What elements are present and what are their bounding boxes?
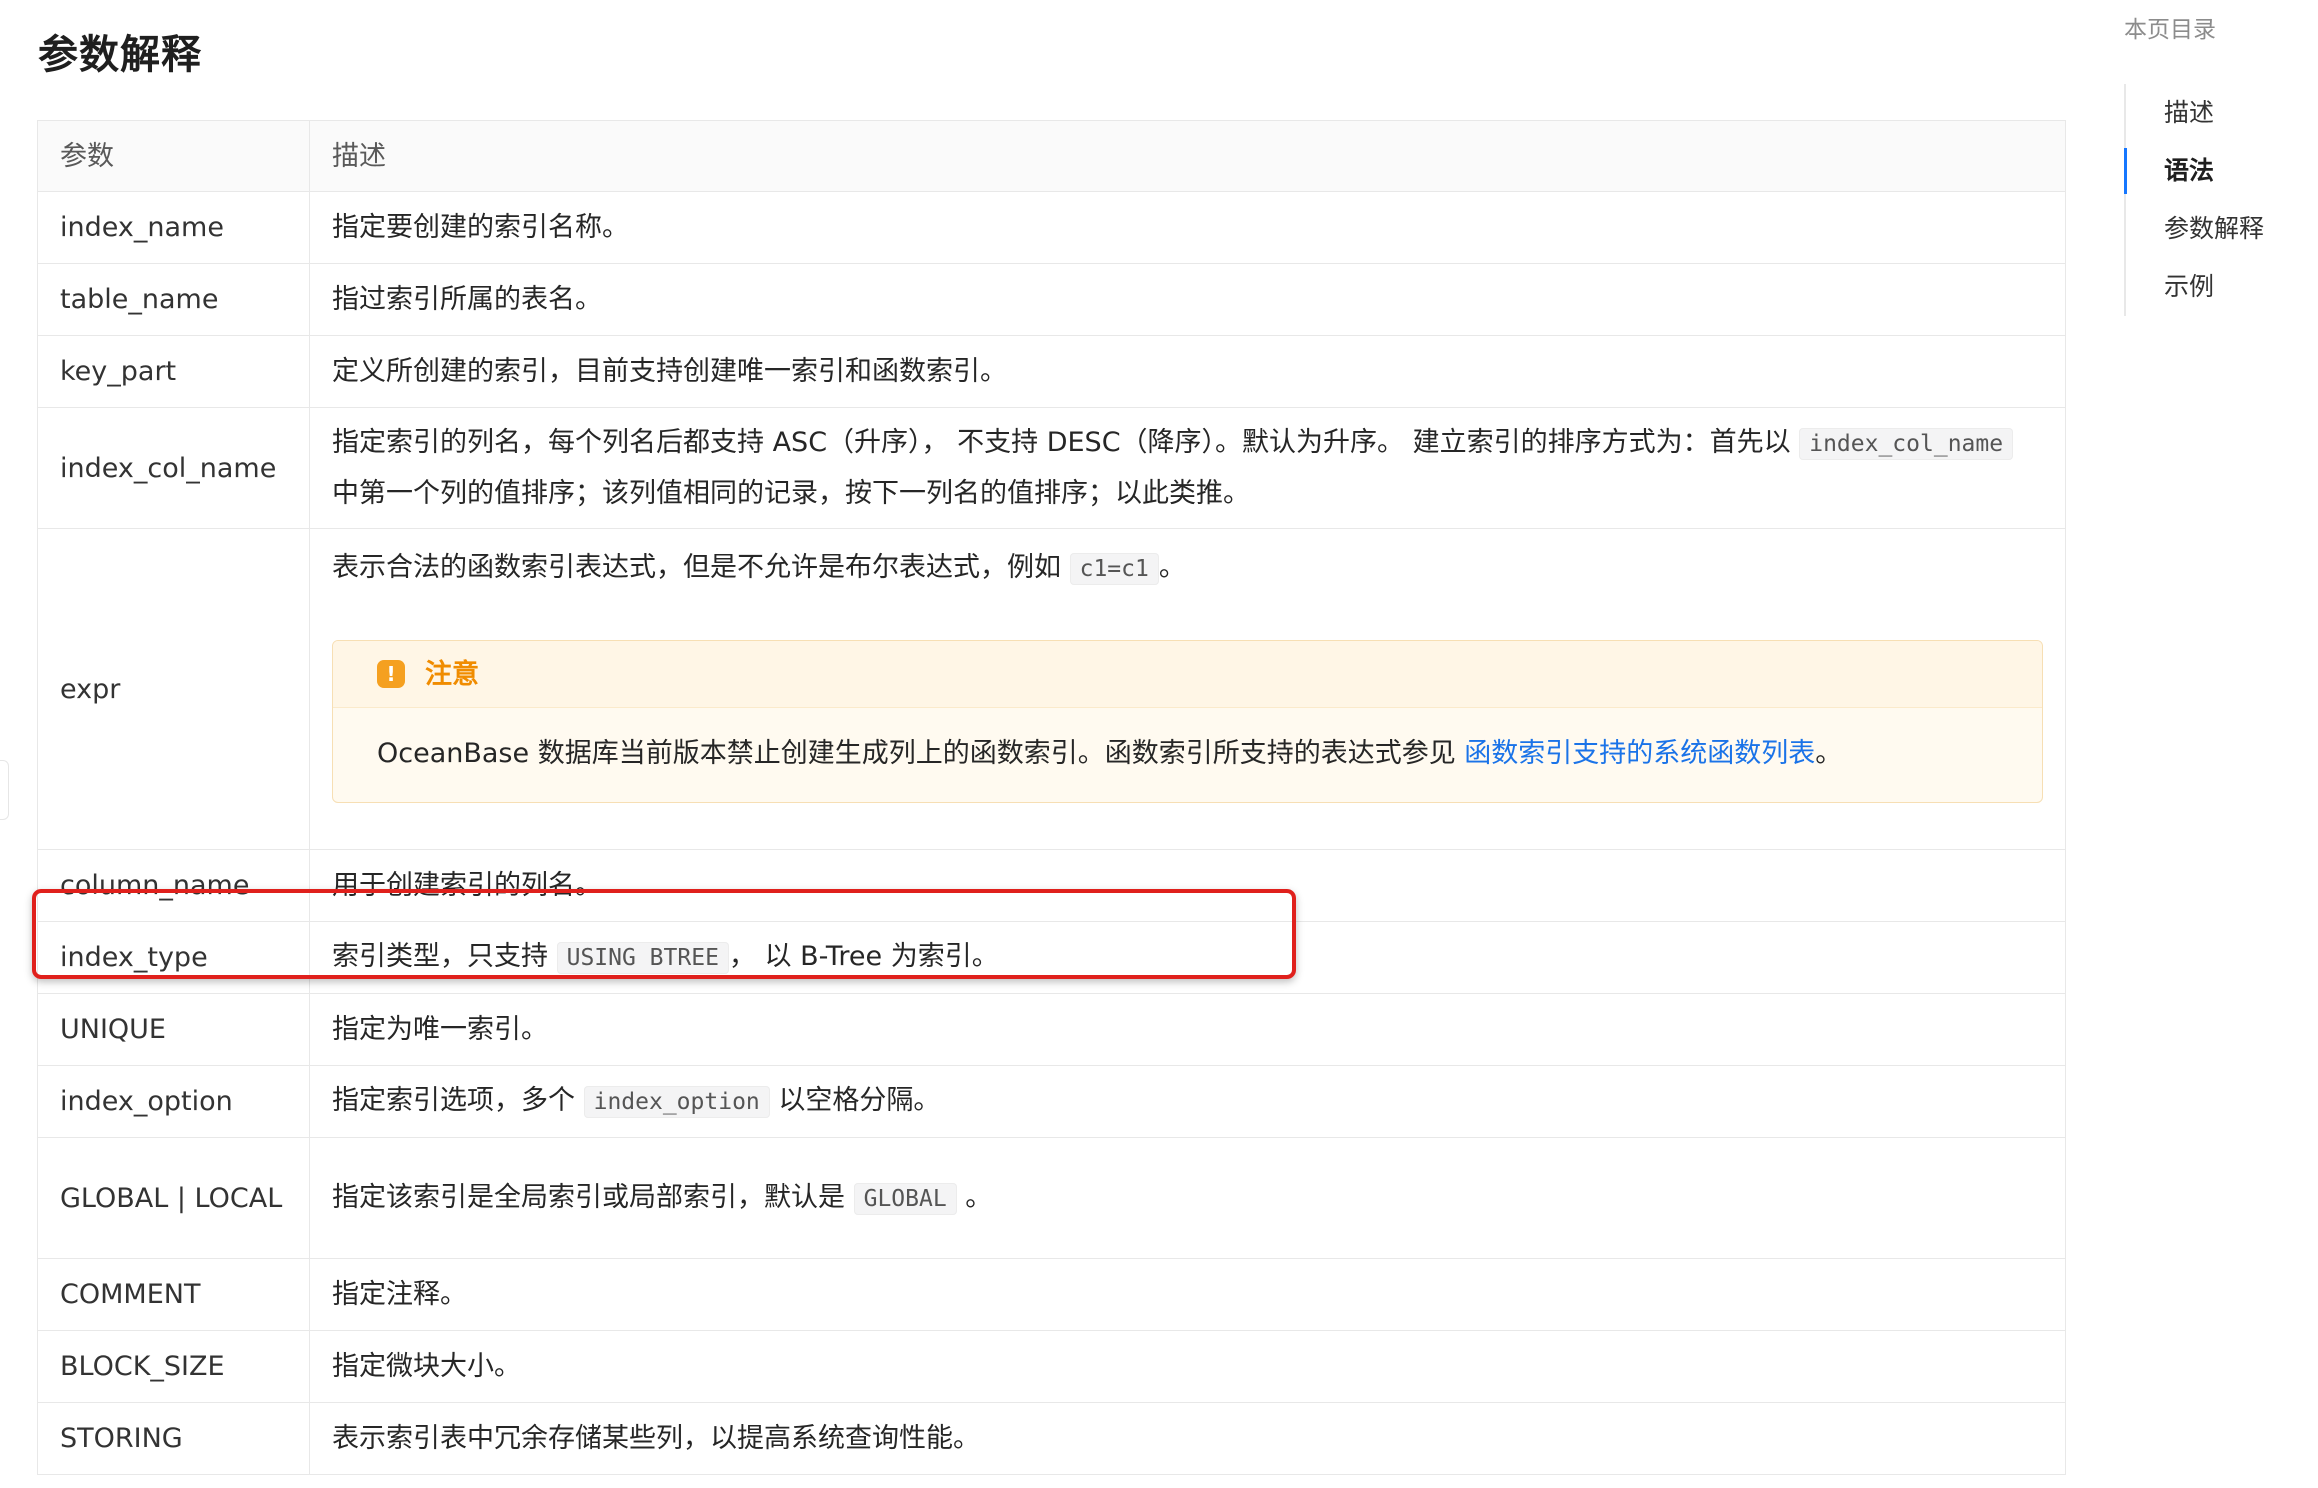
param-name: key_part (37, 335, 310, 408)
desc-text: ， 以 B-Tree 为索引。 (728, 941, 999, 972)
toc-list: 描述 语法 参数解释 示例 (2124, 84, 2314, 316)
param-name: index_type (37, 921, 310, 994)
table-row: table_name 指过索引所属的表名。 (37, 263, 2066, 336)
param-desc: 指定为唯一索引。 (309, 993, 2066, 1066)
notice-body: OceanBase 数据库当前版本禁止创建生成列上的函数索引。函数索引所支持的表… (333, 708, 2042, 802)
notice-header: ! 注意 (333, 641, 2042, 708)
table-row: column_name 用于创建索引的列名。 (37, 849, 2066, 922)
param-desc: 表示合法的函数索引表达式，但是不允许是布尔表达式，例如 c1=c1。 ! 注意 … (309, 528, 2066, 850)
notice-text-end: 。 (1815, 738, 1843, 769)
param-name: COMMENT (37, 1258, 310, 1331)
param-name: UNIQUE (37, 993, 310, 1066)
table-row: UNIQUE 指定为唯一索引。 (37, 993, 2066, 1066)
desc-text: 中第一个列的值排序；该列值相同的记录，按下一列名的值排序；以此类推。 (332, 478, 1250, 509)
param-name: table_name (37, 263, 310, 336)
param-desc: 索引类型，只支持 USING BTREE， 以 B-Tree 为索引。 (309, 921, 2066, 994)
inline-code: index_option (583, 1086, 770, 1118)
param-desc: 指定索引选项，多个 index_option 以空格分隔。 (309, 1065, 2066, 1138)
param-name: expr (37, 528, 310, 850)
desc-text: 。 (956, 1181, 993, 1213)
param-name: index_option (37, 1065, 310, 1138)
table-row: index_option 指定索引选项，多个 index_option 以空格分… (37, 1065, 2066, 1138)
param-desc: 指过索引所属的表名。 (309, 263, 2066, 336)
param-desc: 用于创建索引的列名。 (309, 849, 2066, 922)
table-row: expr 表示合法的函数索引表达式，但是不允许是布尔表达式，例如 c1=c1。 … (37, 528, 2066, 850)
desc-text: 索引类型，只支持 (332, 941, 557, 972)
param-name: GLOBAL | LOCAL (37, 1137, 310, 1259)
table-row: STORING 表示索引表中冗余存储某些列，以提高系统查询性能。 (37, 1402, 2066, 1475)
table-row: index_type 索引类型，只支持 USING BTREE， 以 B-Tre… (37, 921, 2066, 994)
parameter-table: 参数 描述 index_name 指定要创建的索引名称。 table_name … (37, 120, 2066, 1475)
toc-title: 本页目录 (2124, 17, 2216, 43)
header-desc: 描述 (309, 120, 2066, 192)
toc-item-parameters[interactable]: 参数解释 (2164, 200, 2314, 258)
inline-code: USING BTREE (556, 942, 729, 974)
param-desc: 表示索引表中冗余存储某些列，以提高系统查询性能。 (309, 1402, 2066, 1475)
param-name: index_name (37, 191, 310, 264)
param-name: STORING (37, 1402, 310, 1475)
side-panel-toggle[interactable] (0, 760, 9, 820)
param-desc: 指定要创建的索引名称。 (309, 191, 2066, 264)
toc-item-examples[interactable]: 示例 (2164, 258, 2314, 316)
param-name: index_col_name (37, 407, 310, 529)
table-of-contents: 本页目录 描述 语法 参数解释 示例 (2124, 12, 2314, 316)
desc-text: 指定索引的列名，每个列名后都支持 ASC（升序）， 不支持 DESC（降序）。默… (332, 427, 1800, 458)
inline-code: index_col_name (1799, 428, 2014, 460)
warning-icon: ! (377, 660, 405, 688)
desc-text: 表示合法的函数索引表达式，但是不允许是布尔表达式，例如 (332, 552, 1070, 583)
inline-code: GLOBAL (853, 1182, 957, 1215)
table-row: key_part 定义所创建的索引，目前支持创建唯一索引和函数索引。 (37, 335, 2066, 408)
param-desc: 定义所创建的索引，目前支持创建唯一索引和函数索引。 (309, 335, 2066, 408)
notice-title: 注意 (425, 658, 479, 690)
desc-text: 。 (1158, 552, 1186, 583)
function-list-link[interactable]: 函数索引支持的系统函数列表 (1464, 738, 1815, 769)
table-header-row: 参数 描述 (37, 120, 2066, 192)
desc-text: 指定该索引是全局索引或局部索引，默认是 (332, 1181, 854, 1213)
table-row: GLOBAL | LOCAL 指定该索引是全局索引或局部索引，默认是 GLOBA… (37, 1137, 2066, 1259)
notice-text: OceanBase 数据库当前版本禁止创建生成列上的函数索引。函数索引所支持的表… (377, 738, 1465, 769)
param-desc: 指定该索引是全局索引或局部索引，默认是 GLOBAL 。 (309, 1137, 2066, 1259)
header-param: 参数 (37, 120, 310, 192)
table-row: BLOCK_SIZE 指定微块大小。 (37, 1330, 2066, 1403)
notice-box: ! 注意 OceanBase 数据库当前版本禁止创建生成列上的函数索引。函数索引… (332, 640, 2043, 803)
inline-code: c1=c1 (1069, 553, 1159, 585)
table-row: index_name 指定要创建的索引名称。 (37, 191, 2066, 264)
table-row: index_col_name 指定索引的列名，每个列名后都支持 ASC（升序），… (37, 407, 2066, 529)
desc-text: 以空格分隔。 (769, 1085, 941, 1116)
table-row: COMMENT 指定注释。 (37, 1258, 2066, 1331)
page-title: 参数解释 (38, 32, 202, 78)
param-desc: 指定微块大小。 (309, 1330, 2066, 1403)
toc-item-syntax[interactable]: 语法 (2124, 142, 2314, 200)
toc-item-description[interactable]: 描述 (2164, 84, 2314, 142)
param-name: column_name (37, 849, 310, 922)
param-desc: 指定注释。 (309, 1258, 2066, 1331)
desc-text: 指定索引选项，多个 (332, 1085, 584, 1116)
param-desc: 指定索引的列名，每个列名后都支持 ASC（升序）， 不支持 DESC（降序）。默… (309, 407, 2066, 529)
param-name: BLOCK_SIZE (37, 1330, 310, 1403)
